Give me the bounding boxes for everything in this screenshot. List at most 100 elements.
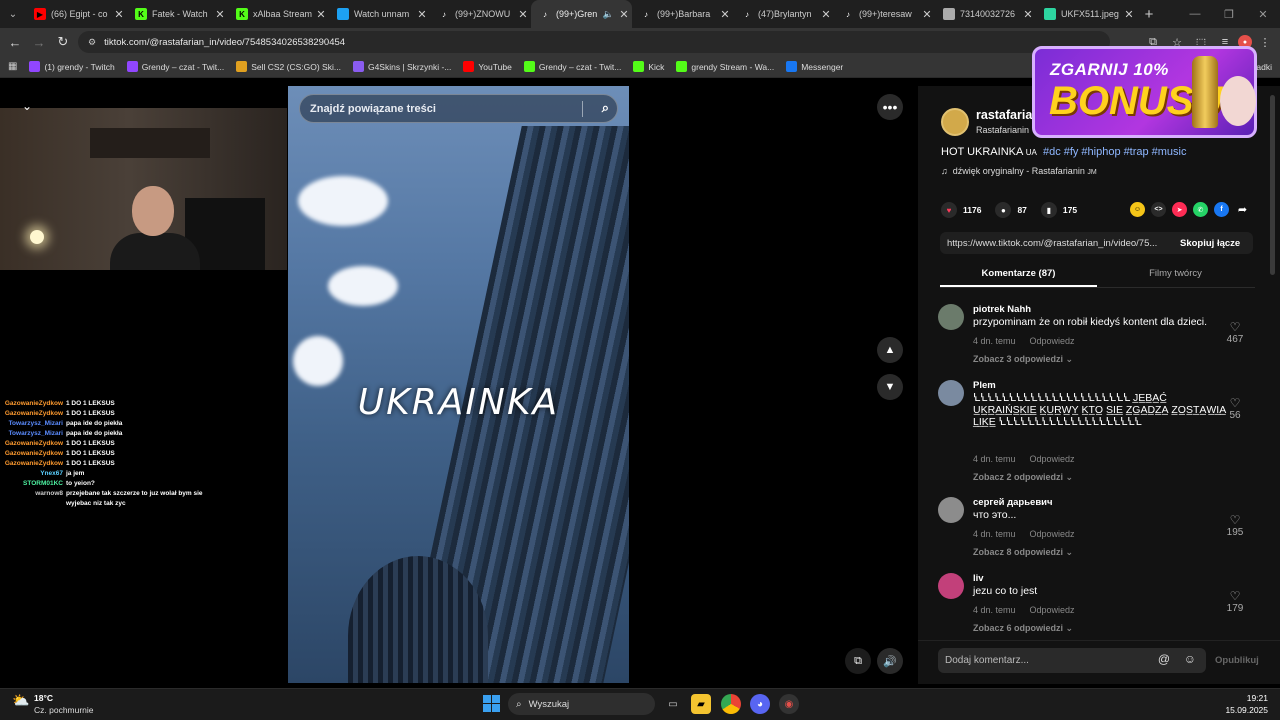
start-icon[interactable] — [483, 695, 500, 712]
forward-icon[interactable]: → — [27, 30, 51, 54]
hashtag-link[interactable]: #fy — [1064, 146, 1079, 158]
heart-outline-icon[interactable]: ♡ — [1220, 513, 1250, 527]
embed-icon[interactable]: <> — [1151, 202, 1166, 217]
reply-button[interactable]: Odpowiedz — [1030, 605, 1075, 615]
browser-tab[interactable]: ♪ (99+)teresaw ✕ — [834, 0, 935, 28]
heart-outline-icon[interactable]: ♡ — [1220, 320, 1250, 334]
share-arrow-icon[interactable]: ➦ — [1235, 202, 1250, 217]
related-search-input[interactable]: Znajdź powiązane treści ⌕ — [299, 94, 618, 123]
mention-icon[interactable]: @ — [1158, 652, 1170, 666]
emoji-icon[interactable]: ☺ — [1184, 652, 1196, 666]
bookmark-item[interactable]: G4Skins | Skrzynki -... — [352, 61, 451, 72]
browser-tab[interactable]: 73140032726 ✕ — [935, 0, 1036, 28]
more-options-icon[interactable]: ••• — [877, 94, 903, 120]
comment-avatar[interactable] — [938, 497, 964, 523]
reply-button[interactable]: Odpowiedz — [1030, 529, 1075, 539]
menu-kebab-icon[interactable]: ⋮ — [1254, 31, 1276, 53]
comment-avatar[interactable] — [938, 304, 964, 330]
weather-temperature[interactable]: 18°C — [34, 693, 53, 703]
bookmark-item[interactable]: (1) grendy - Twitch — [29, 61, 115, 72]
comment-avatar[interactable] — [938, 573, 964, 599]
site-info-icon[interactable]: ⚙ — [88, 37, 96, 48]
browser-tab[interactable]: ♪ (99+)Barbara ✕ — [632, 0, 733, 28]
close-tab-icon[interactable]: ✕ — [919, 8, 935, 21]
weather-icon[interactable]: ⛅ — [12, 692, 30, 710]
tab-creator-videos[interactable]: Filmy twórcy — [1097, 264, 1254, 287]
tab-comments[interactable]: Komentarze (87) — [940, 264, 1097, 287]
view-replies-button[interactable]: Zobacz 3 odpowiedzi ⌄ — [973, 354, 1073, 365]
bookmark-item[interactable]: YouTube — [463, 61, 512, 72]
browser-tab[interactable]: ♪ (99+)Gren 🔈 ✕ — [531, 0, 632, 28]
close-tab-icon[interactable]: ✕ — [313, 8, 329, 21]
comment-icon[interactable]: ● — [995, 202, 1012, 218]
tab-audio-icon[interactable]: 🔈 — [603, 9, 614, 20]
close-tab-icon[interactable]: ✕ — [1121, 8, 1137, 21]
close-tab-icon[interactable]: ✕ — [717, 8, 733, 21]
hashtag-link[interactable]: #music — [1152, 146, 1187, 158]
comment-username[interactable]: liv — [973, 573, 984, 584]
comment-like[interactable]: ♡ 467 — [1220, 320, 1250, 345]
close-tab-icon[interactable]: ✕ — [1020, 8, 1036, 21]
tab-search-icon[interactable]: ⌄ — [0, 0, 26, 28]
close-tab-icon[interactable]: ✕ — [616, 8, 632, 21]
send-icon[interactable]: ➤ — [1172, 202, 1187, 217]
comment-username[interactable]: Plem — [973, 380, 996, 391]
post-link[interactable]: https://www.tiktok.com/@rastafarian_in/v… — [940, 238, 1172, 249]
hashtag-link[interactable]: #hiphop — [1081, 146, 1120, 158]
clock-time[interactable]: 19:21 — [1234, 693, 1268, 703]
author-handle[interactable]: Rastafarianin — [976, 125, 1029, 135]
publish-button[interactable]: Opublikuj — [1215, 655, 1259, 666]
heart-outline-icon[interactable]: ♡ — [1220, 589, 1250, 603]
browser-tab[interactable]: KxAlbaa Stream ✕ — [228, 0, 329, 28]
file-explorer-icon[interactable]: ▰ — [691, 694, 711, 714]
browser-tab[interactable]: ♪ (99+)ZNOWU ✕ — [430, 0, 531, 28]
whatsapp-icon[interactable]: ✆ — [1193, 202, 1208, 217]
pip-icon[interactable]: ⧉ — [845, 648, 871, 674]
browser-tab[interactable]: ♪ (47)Brylantyn ✕ — [733, 0, 834, 28]
minimize-icon[interactable]: — — [1178, 0, 1212, 28]
previous-video-icon[interactable]: ▲ — [877, 337, 903, 363]
hashtag-link[interactable]: #trap — [1124, 146, 1149, 158]
browser-tab[interactable]: K Fatek - Watch ✕ — [127, 0, 228, 28]
hashtag-link[interactable]: #dc — [1043, 146, 1061, 158]
address-bar[interactable]: ⚙ tiktok.com/@rastafarian_in/video/75485… — [78, 31, 1110, 53]
bonus-promo-banner[interactable]: ZGARNIJ 10% BONUSU — [1032, 46, 1257, 138]
share-friend-icon[interactable]: ☺ — [1130, 202, 1145, 217]
weather-description[interactable]: Cz. pochmurnie — [34, 705, 94, 715]
search-icon[interactable]: ⌕ — [602, 100, 609, 116]
close-tab-icon[interactable]: ✕ — [111, 8, 127, 21]
taskbar-search[interactable]: ⌕ Wyszukaj — [508, 693, 655, 715]
reload-icon[interactable]: ↻ — [51, 30, 75, 54]
task-view-icon[interactable]: ▭ — [663, 694, 683, 714]
video-player[interactable]: UKRAINKA — [288, 86, 629, 683]
browser-tab[interactable]: ▶ (66) Egipt - co ✕ — [26, 0, 127, 28]
new-tab-button[interactable]: + — [1137, 6, 1161, 23]
bookmark-icon[interactable]: ▮ — [1040, 202, 1057, 218]
close-tab-icon[interactable]: ✕ — [414, 8, 430, 21]
author-name[interactable]: rastafaria — [976, 108, 1032, 122]
comment-input[interactable]: Dodaj komentarz... @ ☺ — [938, 648, 1206, 673]
close-tab-icon[interactable]: ✕ — [515, 8, 531, 21]
heart-icon[interactable]: ♥ — [941, 202, 957, 218]
author-avatar[interactable] — [941, 108, 969, 136]
next-video-icon[interactable]: ▼ — [877, 374, 903, 400]
bookmark-item[interactable]: Grendy – czat - Twit... — [523, 61, 621, 72]
volume-icon[interactable]: 🔊 — [877, 648, 903, 674]
browser-tab[interactable]: UKFX511.jpeg ✕ — [1036, 0, 1137, 28]
browser-tab[interactable]: Watch unnam ✕ — [329, 0, 430, 28]
facebook-icon[interactable]: f — [1214, 202, 1229, 217]
view-replies-button[interactable]: Zobacz 2 odpowiedzi ⌄ — [973, 472, 1073, 483]
clock-date[interactable]: 15.09.2025 — [1220, 705, 1268, 715]
back-icon[interactable]: ← — [3, 30, 27, 54]
maximize-icon[interactable]: ❐ — [1212, 0, 1246, 28]
reply-button[interactable]: Odpowiedz — [1030, 336, 1075, 346]
comment-username[interactable]: piotrek Nahh — [973, 304, 1031, 315]
close-tab-icon[interactable]: ✕ — [212, 8, 228, 21]
panel-scrollbar[interactable] — [1270, 95, 1275, 275]
bookmark-item[interactable]: Sell CS2 (CS:GO) Ski... — [236, 61, 341, 72]
bookmark-item[interactable]: Grendy – czat - Twit... — [126, 61, 224, 72]
bookmark-item[interactable]: grendy Stream - Wa... — [676, 61, 774, 72]
comment-like[interactable]: ♡ 179 — [1220, 589, 1250, 614]
close-tab-icon[interactable]: ✕ — [818, 8, 834, 21]
view-replies-button[interactable]: Zobacz 6 odpowiedzi ⌄ — [973, 623, 1073, 634]
